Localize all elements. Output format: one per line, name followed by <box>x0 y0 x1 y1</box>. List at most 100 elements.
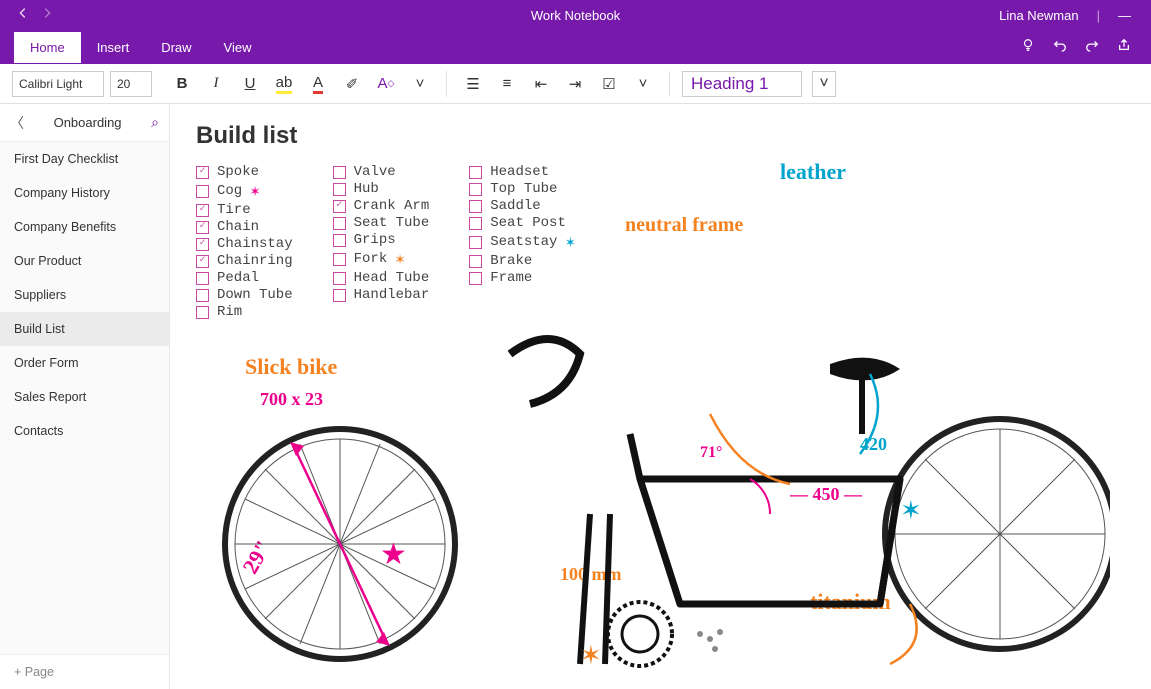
clear-format-button[interactable]: A◇ <box>372 70 400 98</box>
indent-button[interactable]: ⇥ <box>561 70 589 98</box>
lightbulb-icon[interactable] <box>1021 38 1035 57</box>
note-title[interactable]: Build list <box>196 122 1125 150</box>
checklist-label: Chainring <box>217 253 293 269</box>
checkbox-icon[interactable] <box>196 272 209 285</box>
minimize-icon[interactable]: — <box>1118 8 1131 23</box>
style-chevron-icon[interactable]: ˅ <box>812 71 836 97</box>
checklist-item[interactable]: ✓ Chain <box>196 219 293 235</box>
page-item[interactable]: Company History <box>0 176 169 210</box>
checklist-item[interactable]: ✓ Crank Arm <box>333 198 430 214</box>
checkbox-icon[interactable]: ✓ <box>196 238 209 251</box>
checklist-item[interactable]: Top Tube <box>469 181 575 197</box>
checklist-item[interactable]: Down Tube <box>196 287 293 303</box>
checklist-item[interactable]: Pedal <box>196 270 293 286</box>
checkbox-icon[interactable] <box>196 306 209 319</box>
checkbox-icon[interactable] <box>333 289 346 302</box>
page-item[interactable]: Company Benefits <box>0 210 169 244</box>
outdent-button[interactable]: ⇤ <box>527 70 555 98</box>
checklist-item[interactable]: ✓Tire <box>196 202 293 218</box>
todo-tag-button[interactable]: ☑ <box>595 70 623 98</box>
checkbox-icon[interactable] <box>333 217 346 230</box>
checklist-item[interactable]: Seat Post <box>469 215 575 231</box>
checklist-label: Chain <box>217 219 259 235</box>
checkbox-icon[interactable] <box>469 183 482 196</box>
checkbox-icon[interactable]: ✓ <box>196 255 209 268</box>
checklist-item[interactable]: Handlebar <box>333 287 430 303</box>
bold-button[interactable]: B <box>168 70 196 98</box>
tag-chevron-icon[interactable]: ˅ <box>629 70 657 98</box>
underline-button[interactable]: U <box>236 70 264 98</box>
checkbox-icon[interactable]: ✓ <box>196 221 209 234</box>
page-item[interactable]: First Day Checklist <box>0 142 169 176</box>
checklist-item[interactable]: ✓ Spoke <box>196 164 293 180</box>
checkbox-icon[interactable] <box>333 253 346 266</box>
checkbox-icon[interactable] <box>469 272 482 285</box>
italic-button[interactable]: I <box>202 70 230 98</box>
forward-arrow-icon[interactable] <box>40 6 54 25</box>
font-color-button[interactable]: A <box>304 70 332 98</box>
checklist-item[interactable]: Saddle <box>469 198 575 214</box>
checkbox-icon[interactable] <box>469 255 482 268</box>
checklist-item[interactable]: Valve <box>333 164 430 180</box>
add-page-button[interactable]: + Page <box>0 654 169 689</box>
font-size-select[interactable]: 20 <box>110 71 152 97</box>
checklist-item[interactable]: Brake <box>469 253 575 269</box>
user-name[interactable]: Lina Newman <box>999 8 1079 23</box>
tab-insert[interactable]: Insert <box>81 32 146 63</box>
checklist-label: Spoke <box>217 164 259 180</box>
page-item[interactable]: Build List <box>0 312 169 346</box>
checklist-item[interactable]: Seat Tube <box>333 215 430 231</box>
section-name[interactable]: Onboarding <box>24 115 151 130</box>
highlight-button[interactable]: ab <box>270 70 298 98</box>
checklist-item[interactable]: Seatstay ✶ <box>469 232 575 252</box>
checklist-item[interactable]: Cog ✶ <box>196 181 293 201</box>
back-arrow-icon[interactable] <box>16 6 30 25</box>
tab-view[interactable]: View <box>208 32 268 63</box>
checklist-item[interactable]: ✓ Chainring <box>196 253 293 269</box>
tab-home[interactable]: Home <box>14 32 81 63</box>
checkbox-icon[interactable]: ✓ <box>196 204 209 217</box>
checkbox-icon[interactable] <box>333 272 346 285</box>
checkbox-icon[interactable]: ✓ <box>333 200 346 213</box>
share-icon[interactable] <box>1117 38 1131 57</box>
checklist-item[interactable]: Hub <box>333 181 430 197</box>
numbering-button[interactable]: ≡ <box>493 70 521 98</box>
annotation-leather: leather <box>780 159 846 185</box>
checkbox-icon[interactable] <box>333 234 346 247</box>
checklist-item[interactable]: Frame <box>469 270 575 286</box>
checklist-item[interactable]: ✓Chainstay <box>196 236 293 252</box>
checklist-label: Frame <box>490 270 532 286</box>
checkbox-icon[interactable] <box>333 183 346 196</box>
page-item[interactable]: Suppliers <box>0 278 169 312</box>
checkbox-icon[interactable]: ✓ <box>196 166 209 179</box>
tab-draw[interactable]: Draw <box>145 32 207 63</box>
font-name-select[interactable]: Calibri Light <box>12 71 104 97</box>
undo-icon[interactable] <box>1053 38 1067 57</box>
bullets-button[interactable]: ☰ <box>459 70 487 98</box>
checklist-item[interactable]: Headset <box>469 164 575 180</box>
star-icon: ✶ <box>250 181 260 201</box>
checkbox-icon[interactable] <box>469 217 482 230</box>
checkbox-icon[interactable] <box>469 166 482 179</box>
page-item[interactable]: Sales Report <box>0 380 169 414</box>
checklist-item[interactable]: Grips <box>333 232 430 248</box>
style-picker[interactable]: Heading 1 <box>682 71 802 97</box>
checklist-item[interactable]: Head Tube <box>333 270 430 286</box>
page-item[interactable]: Contacts <box>0 414 169 448</box>
checkbox-icon[interactable] <box>196 289 209 302</box>
eraser-button[interactable]: ✐ <box>338 70 366 98</box>
checkbox-icon[interactable] <box>469 236 482 249</box>
checkbox-icon[interactable] <box>196 185 209 198</box>
checkbox-icon[interactable] <box>333 166 346 179</box>
checklist-item[interactable]: Fork ✶ <box>333 249 430 269</box>
page-item[interactable]: Order Form <box>0 346 169 380</box>
checklist[interactable]: ✓SpokeCog ✶✓Tire✓Chain✓Chainstay✓Chainri… <box>196 164 1125 320</box>
checklist-label: Crank Arm <box>354 198 430 214</box>
section-back-icon[interactable]: 〈 <box>10 113 24 133</box>
format-chevron-icon[interactable]: ˅ <box>406 70 434 98</box>
redo-icon[interactable] <box>1085 38 1099 57</box>
search-icon[interactable]: ⌕ <box>151 114 159 131</box>
note-canvas[interactable]: Build list ✓SpokeCog ✶✓Tire✓Chain✓Chains… <box>170 104 1151 689</box>
checkbox-icon[interactable] <box>469 200 482 213</box>
page-item[interactable]: Our Product <box>0 244 169 278</box>
